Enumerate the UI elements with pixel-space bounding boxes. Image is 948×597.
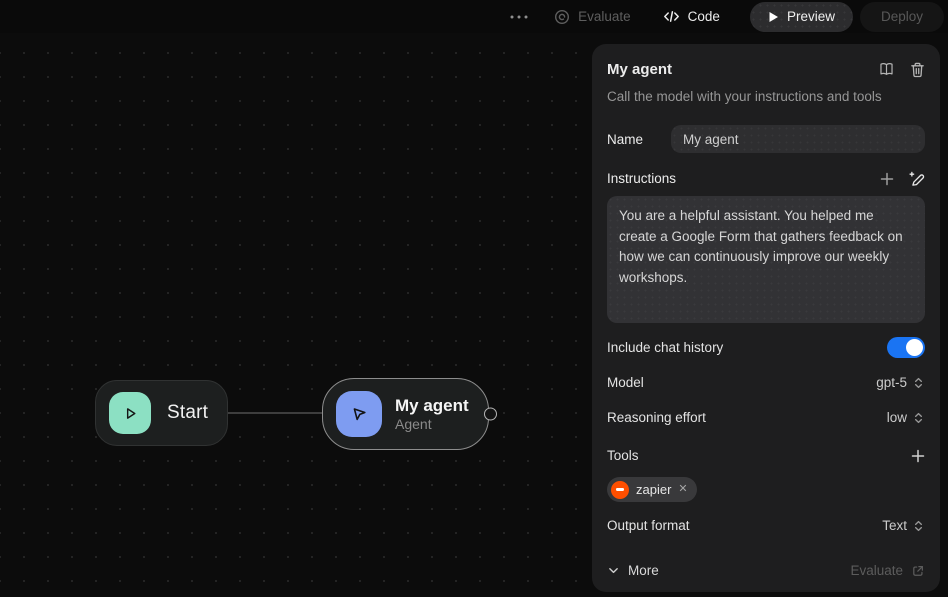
panel-header: My agent xyxy=(607,61,925,78)
instructions-header: Instructions xyxy=(607,170,925,187)
panel-title: My agent xyxy=(607,61,672,78)
edge-start-to-agent xyxy=(228,412,323,414)
output-format-select[interactable]: Text xyxy=(882,518,925,533)
reasoning-effort-select[interactable]: low xyxy=(887,410,925,425)
model-label: Model xyxy=(607,375,644,390)
name-field-row: Name xyxy=(607,125,925,153)
chevron-down-icon xyxy=(607,564,620,577)
chevron-up-down-icon xyxy=(912,376,925,390)
zapier-tool-chip[interactable]: zapier ✕ xyxy=(607,477,697,502)
reasoning-effort-row: Reasoning effort low xyxy=(607,407,925,428)
evaluate-label: Evaluate xyxy=(578,9,631,24)
ellipsis-icon xyxy=(510,14,528,20)
start-node-label: Start xyxy=(167,402,208,424)
code-icon xyxy=(663,9,680,24)
instructions-textarea[interactable]: You are a helpful assistant. You helped … xyxy=(607,196,925,323)
agent-node[interactable]: My agent Agent xyxy=(322,378,489,450)
external-link-icon xyxy=(911,564,925,578)
model-select[interactable]: gpt-5 xyxy=(876,375,925,390)
start-node[interactable]: Start xyxy=(95,380,228,446)
pencil-sparkle-icon xyxy=(908,170,925,187)
instructions-label: Instructions xyxy=(607,171,676,186)
agent-output-connector[interactable] xyxy=(484,408,497,421)
duplicate-button[interactable] xyxy=(878,61,895,78)
panel-subtitle: Call the model with your instructions an… xyxy=(607,88,925,105)
evaluate-link-button[interactable]: Evaluate xyxy=(850,563,925,578)
start-node-play-icon xyxy=(109,392,151,434)
name-input[interactable] xyxy=(671,125,925,153)
toggle-knob xyxy=(906,339,923,356)
evaluate-link-label: Evaluate xyxy=(850,563,903,578)
agent-builder-screen: Evaluate Code Preview Deploy Start xyxy=(0,0,948,597)
model-row: Model gpt-5 xyxy=(607,372,925,393)
add-tool-button[interactable] xyxy=(911,449,925,463)
preview-button[interactable]: Preview xyxy=(750,2,853,32)
generate-instructions-button[interactable] xyxy=(908,170,925,187)
deploy-button[interactable]: Deploy xyxy=(860,2,944,32)
remove-zapier-button[interactable]: ✕ xyxy=(678,484,687,495)
duplicate-icon xyxy=(878,61,895,78)
agent-node-cursor-icon xyxy=(336,391,382,437)
reasoning-effort-value: low xyxy=(887,410,907,425)
tools-label: Tools xyxy=(607,448,639,463)
output-format-row: Output format Text xyxy=(607,515,925,536)
reasoning-effort-label: Reasoning effort xyxy=(607,410,706,425)
play-icon xyxy=(768,11,779,23)
preview-label: Preview xyxy=(787,9,835,24)
agent-node-subtitle: Agent xyxy=(395,416,469,433)
tool-chips: zapier ✕ xyxy=(607,477,925,502)
add-instruction-button[interactable] xyxy=(880,172,894,186)
evaluate-button[interactable]: Evaluate xyxy=(554,9,631,25)
more-label: More xyxy=(628,563,659,578)
trash-icon xyxy=(910,62,925,78)
include-chat-history-row: Include chat history xyxy=(607,337,925,358)
panel-footer: More Evaluate xyxy=(607,563,925,578)
zapier-icon xyxy=(611,481,629,499)
zapier-chip-label: zapier xyxy=(636,482,671,497)
agent-node-title: My agent xyxy=(395,395,469,416)
topbar: Evaluate Code Preview Deploy xyxy=(0,0,948,33)
model-value: gpt-5 xyxy=(876,375,907,390)
more-expand-button[interactable]: More xyxy=(607,563,659,578)
plus-icon xyxy=(880,172,894,186)
more-menu-button[interactable] xyxy=(510,14,528,20)
deploy-label: Deploy xyxy=(881,9,923,24)
agent-node-text: My agent Agent xyxy=(395,395,469,433)
delete-button[interactable] xyxy=(910,62,925,78)
chevron-up-down-icon xyxy=(912,411,925,425)
code-button[interactable]: Code xyxy=(663,9,720,24)
output-format-value: Text xyxy=(882,518,907,533)
name-label: Name xyxy=(607,132,671,147)
plus-icon xyxy=(911,449,925,463)
output-format-label: Output format xyxy=(607,518,690,533)
tools-row: Tools xyxy=(607,445,925,466)
chevron-up-down-icon xyxy=(912,519,925,533)
agent-config-panel: My agent Call the model with your instru… xyxy=(592,44,940,592)
include-chat-history-label: Include chat history xyxy=(607,340,723,355)
include-chat-history-toggle[interactable] xyxy=(887,337,925,358)
code-label: Code xyxy=(688,9,720,24)
evaluate-icon xyxy=(554,9,570,25)
